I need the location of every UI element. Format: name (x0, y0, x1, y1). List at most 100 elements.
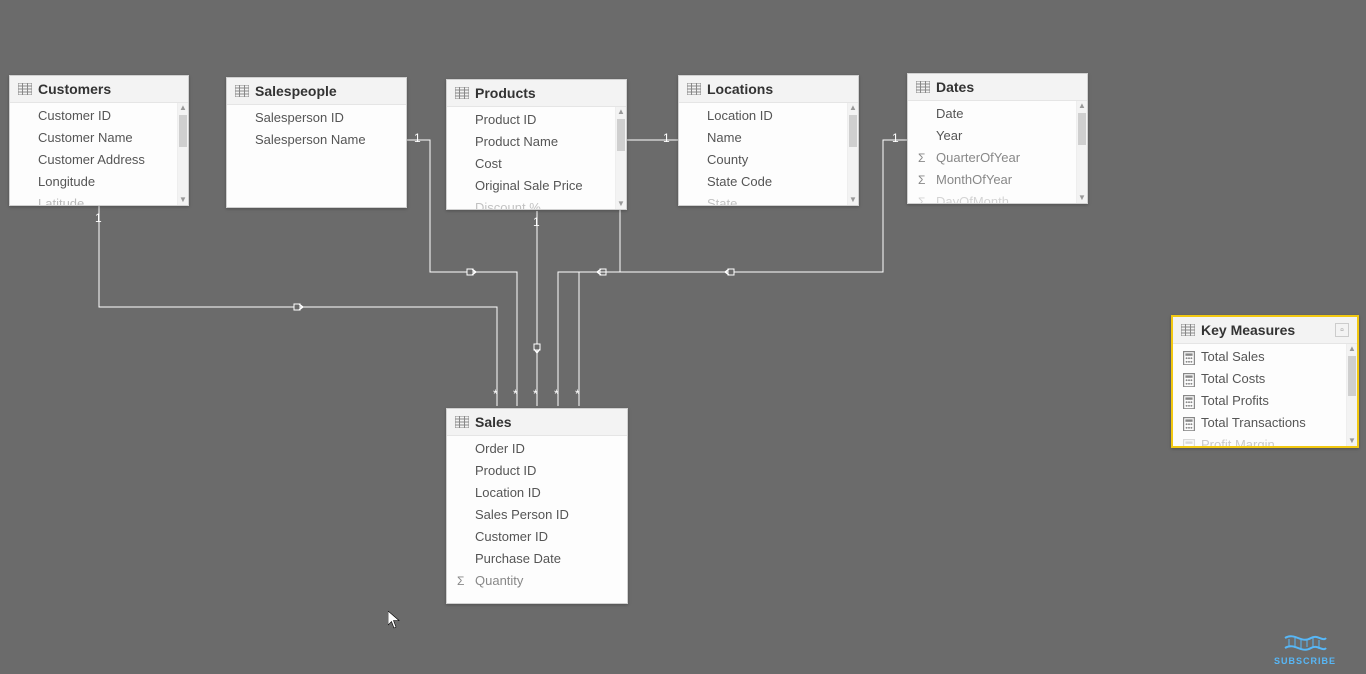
column[interactable]: ΣMonthOfYear (908, 169, 1076, 191)
scroll-down-icon[interactable]: ▼ (178, 195, 188, 205)
scrollbar-thumb[interactable] (1348, 356, 1356, 396)
measure[interactable]: Total Transactions (1173, 412, 1346, 434)
sigma-icon: Σ (457, 571, 464, 591)
table-products[interactable]: Products Product ID Product Name Cost Or… (446, 79, 627, 210)
rel-customers-sales[interactable] (99, 206, 497, 406)
column[interactable]: Longitude (10, 171, 177, 193)
column[interactable]: State (679, 193, 847, 205)
column[interactable]: Location ID (679, 105, 847, 127)
column[interactable]: Discount %... (447, 197, 615, 209)
column[interactable]: Cost (447, 153, 615, 175)
column[interactable]: Name (679, 127, 847, 149)
cardinality-many: * (533, 387, 538, 401)
cardinality-many: * (493, 387, 498, 401)
scroll-down-icon[interactable]: ▼ (616, 199, 626, 209)
table-header[interactable]: Salespeople (227, 78, 406, 105)
column[interactable]: ΣQuarterOfYear (908, 147, 1076, 169)
scrollbar-thumb[interactable] (179, 115, 187, 147)
column[interactable]: Product ID (447, 109, 615, 131)
table-sales[interactable]: Sales Order ID Product ID Location ID Sa… (446, 408, 628, 604)
table-key-measures[interactable]: Key Measures ▫ Total Sales Total Costs (1171, 315, 1359, 448)
measure[interactable]: Profit Margin (1173, 434, 1346, 446)
column[interactable]: Salesperson Name (227, 129, 406, 151)
table-title: Key Measures (1201, 322, 1295, 338)
table-salespeople[interactable]: Salespeople Salesperson ID Salesperson N… (226, 77, 407, 208)
calculator-icon (1183, 351, 1195, 363)
column[interactable]: Order ID (447, 438, 627, 460)
cardinality-one: 1 (533, 215, 540, 229)
scrollbar-thumb[interactable] (849, 115, 857, 147)
column[interactable]: Date (908, 103, 1076, 125)
table-icon (455, 87, 469, 99)
sigma-icon: Σ (918, 148, 925, 168)
cardinality-one: 1 (414, 131, 421, 145)
scroll-up-icon[interactable]: ▲ (1077, 101, 1087, 111)
scrollbar[interactable]: ▲ ▼ (847, 103, 858, 205)
column[interactable]: Customer ID (10, 105, 177, 127)
table-header[interactable]: Dates (908, 74, 1087, 101)
measure[interactable]: Total Sales (1173, 346, 1346, 368)
measures-list: Total Sales Total Costs Total Profits (1173, 344, 1346, 446)
maximize-icon[interactable]: ▫ (1335, 323, 1349, 337)
measure[interactable]: Total Profits (1173, 390, 1346, 412)
table-header[interactable]: Products (447, 80, 626, 107)
column[interactable]: Product ID (447, 460, 627, 482)
calculator-icon (1183, 417, 1195, 429)
column[interactable]: County (679, 149, 847, 171)
column[interactable]: ΣQuantity (447, 570, 627, 592)
scroll-up-icon[interactable]: ▲ (848, 103, 858, 113)
subscribe-text: SUBSCRIBE (1274, 656, 1336, 666)
column[interactable]: Purchase Date (447, 548, 627, 570)
columns-list: Customer ID Customer Name Customer Addre… (10, 103, 177, 205)
column[interactable]: Customer Address (10, 149, 177, 171)
table-title: Salespeople (255, 83, 337, 99)
scrollbar-thumb[interactable] (1078, 113, 1086, 145)
model-canvas[interactable]: 1 * 1 * 1 * 1 * 1 * Customers Customer I… (0, 0, 1366, 674)
scrollbar[interactable]: ▲ ▼ (1076, 101, 1087, 203)
calculator-icon (1183, 439, 1195, 446)
column[interactable]: Year (908, 125, 1076, 147)
column[interactable]: Sales Person ID (447, 504, 627, 526)
scrollbar-thumb[interactable] (617, 119, 625, 151)
table-header[interactable]: Customers (10, 76, 188, 103)
scroll-down-icon[interactable]: ▼ (1347, 436, 1357, 446)
column[interactable]: Location ID (447, 482, 627, 504)
table-title: Dates (936, 79, 974, 95)
table-title: Sales (475, 414, 512, 430)
column[interactable]: Original Sale Price (447, 175, 615, 197)
scrollbar[interactable]: ▲ ▼ (615, 107, 626, 209)
table-title: Locations (707, 81, 773, 97)
column[interactable]: State Code (679, 171, 847, 193)
calculator-icon (1183, 373, 1195, 385)
table-header[interactable]: Sales (447, 409, 627, 436)
scroll-up-icon[interactable]: ▲ (178, 103, 188, 113)
calculator-icon (1183, 395, 1195, 407)
scroll-up-icon[interactable]: ▲ (1347, 344, 1357, 354)
column[interactable]: Customer Name (10, 127, 177, 149)
columns-list: Order ID Product ID Location ID Sales Pe… (447, 436, 627, 603)
column[interactable]: Product Name (447, 131, 615, 153)
measure[interactable]: Total Costs (1173, 368, 1346, 390)
table-header[interactable]: Locations (679, 76, 858, 103)
table-dates[interactable]: Dates Date Year ΣQuarterOfYear ΣMonthOfY… (907, 73, 1088, 204)
cardinality-many: * (575, 387, 580, 401)
scroll-up-icon[interactable]: ▲ (616, 107, 626, 117)
table-header[interactable]: Key Measures ▫ (1173, 317, 1357, 344)
table-customers[interactable]: Customers Customer ID Customer Name Cust… (9, 75, 189, 206)
column[interactable]: Salesperson ID (227, 107, 406, 129)
column[interactable]: Latitude (10, 193, 177, 205)
cardinality-one: 1 (663, 131, 670, 145)
subscribe-watermark: SUBSCRIBE (1274, 634, 1336, 666)
table-locations[interactable]: Locations Location ID Name County State … (678, 75, 859, 206)
column[interactable]: Customer ID (447, 526, 627, 548)
scrollbar[interactable]: ▲ ▼ (1346, 344, 1357, 446)
table-icon (18, 83, 32, 95)
cardinality-many: * (554, 387, 559, 401)
table-icon (1181, 324, 1195, 336)
table-title: Products (475, 85, 536, 101)
scrollbar[interactable]: ▲ ▼ (177, 103, 188, 205)
scroll-down-icon[interactable]: ▼ (848, 195, 858, 205)
scroll-down-icon[interactable]: ▼ (1077, 193, 1087, 203)
column[interactable]: ΣDayOfMonth (908, 191, 1076, 203)
cardinality-one: 1 (892, 131, 899, 145)
